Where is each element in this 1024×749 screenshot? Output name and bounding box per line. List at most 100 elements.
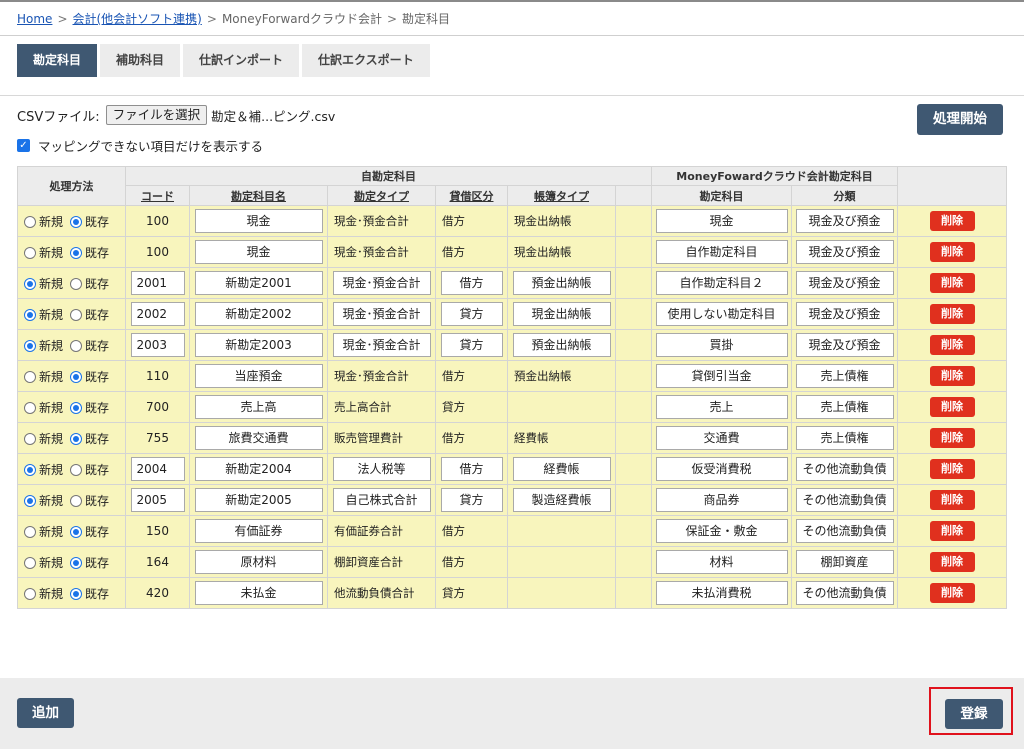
mf-category-input[interactable]: その他流動負債 bbox=[795, 488, 894, 512]
radio-existing-label[interactable]: 既存 bbox=[85, 494, 109, 508]
book-type-select[interactable]: 預金出納帳 bbox=[512, 333, 611, 357]
delete-button[interactable]: 削除 bbox=[929, 397, 975, 417]
radio-new-label[interactable]: 新規 bbox=[39, 246, 63, 260]
code-input[interactable]: 2001 bbox=[130, 271, 185, 295]
radio-new[interactable] bbox=[24, 401, 36, 414]
delete-button[interactable]: 削除 bbox=[929, 459, 975, 479]
mf-category-input[interactable]: 現金及び預金 bbox=[795, 302, 894, 326]
account-name-input[interactable]: 旅費交通費 bbox=[194, 426, 323, 450]
radio-new-label[interactable]: 新規 bbox=[39, 215, 63, 229]
mf-account-input[interactable]: 売上 bbox=[655, 395, 788, 419]
choose-file-button[interactable]: ファイルを選択 bbox=[105, 105, 208, 125]
delete-button[interactable]: 削除 bbox=[929, 273, 975, 293]
debit-credit-select[interactable]: 貸方 bbox=[440, 488, 503, 512]
account-name-input[interactable]: 未払金 bbox=[194, 581, 323, 605]
radio-new[interactable] bbox=[24, 587, 36, 600]
book-type-select[interactable]: 現金出納帳 bbox=[512, 302, 611, 326]
radio-new[interactable] bbox=[24, 215, 36, 228]
radio-new[interactable] bbox=[24, 494, 36, 507]
mf-category-input[interactable]: その他流動負債 bbox=[795, 457, 894, 481]
radio-existing[interactable] bbox=[70, 215, 83, 228]
radio-new-label[interactable]: 新規 bbox=[39, 556, 63, 570]
delete-button[interactable]: 削除 bbox=[929, 428, 975, 448]
radio-new[interactable] bbox=[24, 308, 36, 321]
add-button[interactable]: 追加 bbox=[17, 698, 74, 728]
delete-button[interactable]: 削除 bbox=[929, 583, 975, 603]
account-name-input[interactable]: 原材料 bbox=[194, 550, 323, 574]
radio-new-label[interactable]: 新規 bbox=[39, 277, 63, 291]
mf-category-input[interactable]: その他流動負債 bbox=[795, 519, 894, 543]
delete-button[interactable]: 削除 bbox=[929, 490, 975, 510]
book-type-select[interactable]: 製造経費帳 bbox=[512, 488, 611, 512]
breadcrumb-accounting-link[interactable]: 会計(他会計ソフト連携) bbox=[73, 12, 202, 26]
breadcrumb-home-link[interactable]: Home bbox=[17, 12, 52, 26]
delete-button[interactable]: 削除 bbox=[929, 366, 975, 386]
radio-new[interactable] bbox=[24, 525, 36, 538]
radio-existing-label[interactable]: 既存 bbox=[85, 463, 109, 477]
radio-existing-label[interactable]: 既存 bbox=[85, 401, 109, 415]
radio-new-label[interactable]: 新規 bbox=[39, 401, 63, 415]
account-name-input[interactable]: 現金 bbox=[194, 209, 323, 233]
account-name-input[interactable]: 売上高 bbox=[194, 395, 323, 419]
radio-existing[interactable] bbox=[70, 432, 83, 445]
mf-account-input[interactable]: 商品券 bbox=[655, 488, 788, 512]
radio-existing[interactable] bbox=[70, 556, 83, 569]
mf-category-input[interactable]: 売上債権 bbox=[795, 426, 894, 450]
radio-existing-label[interactable]: 既存 bbox=[85, 587, 109, 601]
radio-existing[interactable] bbox=[70, 587, 83, 600]
register-button[interactable]: 登録 bbox=[945, 699, 1003, 729]
radio-new-label[interactable]: 新規 bbox=[39, 370, 63, 384]
radio-new-label[interactable]: 新規 bbox=[39, 339, 63, 353]
radio-existing[interactable] bbox=[70, 308, 83, 321]
radio-existing-label[interactable]: 既存 bbox=[85, 215, 109, 229]
debit-credit-select[interactable]: 貸方 bbox=[440, 302, 503, 326]
mf-account-input[interactable]: 材料 bbox=[655, 550, 788, 574]
account-type-select[interactable]: 自己株式合計 bbox=[332, 488, 431, 512]
account-name-input[interactable]: 現金 bbox=[194, 240, 323, 264]
radio-existing-label[interactable]: 既存 bbox=[85, 370, 109, 384]
account-type-select[interactable]: 現金･預金合計 bbox=[332, 333, 431, 357]
delete-button[interactable]: 削除 bbox=[929, 335, 975, 355]
account-name-input[interactable]: 当座預金 bbox=[194, 364, 323, 388]
radio-new[interactable] bbox=[24, 463, 36, 476]
radio-existing[interactable] bbox=[70, 401, 83, 414]
radio-existing[interactable] bbox=[70, 277, 83, 290]
mf-account-input[interactable]: 未払消費税 bbox=[655, 581, 788, 605]
radio-existing[interactable] bbox=[70, 370, 83, 383]
radio-existing-label[interactable]: 既存 bbox=[85, 339, 109, 353]
mf-account-input[interactable]: 交通費 bbox=[655, 426, 788, 450]
debit-credit-select[interactable]: 借方 bbox=[440, 271, 503, 295]
code-input[interactable]: 2004 bbox=[130, 457, 185, 481]
radio-new[interactable] bbox=[24, 432, 36, 445]
account-type-select[interactable]: 現金･預金合計 bbox=[332, 271, 431, 295]
mf-account-input[interactable]: 自作勘定科目 bbox=[655, 240, 788, 264]
unmappable-only-label[interactable]: マッピングできない項目だけを表示する bbox=[38, 136, 263, 155]
mf-category-input[interactable]: その他流動負債 bbox=[795, 581, 894, 605]
mf-category-input[interactable]: 売上債権 bbox=[795, 395, 894, 419]
radio-existing-label[interactable]: 既存 bbox=[85, 277, 109, 291]
header-account-name[interactable]: 勘定科目名 bbox=[189, 185, 328, 206]
tab-sub-accounts[interactable]: 補助科目 bbox=[100, 44, 181, 77]
mf-account-input[interactable]: 現金 bbox=[655, 209, 788, 233]
radio-new[interactable] bbox=[24, 339, 36, 352]
mf-category-input[interactable]: 現金及び預金 bbox=[795, 333, 894, 357]
radio-new-label[interactable]: 新規 bbox=[39, 463, 63, 477]
radio-existing[interactable] bbox=[70, 339, 83, 352]
mf-account-input[interactable]: 貸倒引当金 bbox=[655, 364, 788, 388]
radio-existing-label[interactable]: 既存 bbox=[85, 432, 109, 446]
mf-category-input[interactable]: 棚卸資産 bbox=[795, 550, 894, 574]
tab-journal-import[interactable]: 仕訳インポート bbox=[183, 44, 300, 77]
mf-account-input[interactable]: 買掛 bbox=[655, 333, 788, 357]
debit-credit-select[interactable]: 借方 bbox=[440, 457, 503, 481]
code-input[interactable]: 2003 bbox=[130, 333, 185, 357]
debit-credit-select[interactable]: 貸方 bbox=[440, 333, 503, 357]
delete-button[interactable]: 削除 bbox=[929, 211, 975, 231]
radio-new[interactable] bbox=[24, 246, 36, 259]
mf-category-input[interactable]: 現金及び預金 bbox=[795, 209, 894, 233]
delete-button[interactable]: 削除 bbox=[929, 304, 975, 324]
radio-new-label[interactable]: 新規 bbox=[39, 525, 63, 539]
radio-new-label[interactable]: 新規 bbox=[39, 494, 63, 508]
code-input[interactable]: 2002 bbox=[130, 302, 185, 326]
tab-journal-export[interactable]: 仕訳エクスポート bbox=[302, 44, 430, 77]
code-input[interactable]: 2005 bbox=[130, 488, 185, 512]
